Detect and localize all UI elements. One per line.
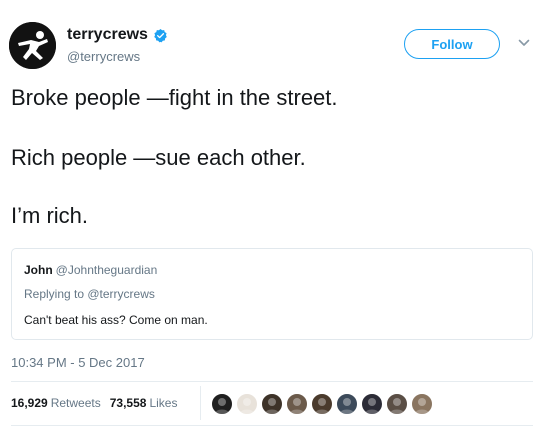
author-avatar[interactable] (9, 22, 56, 69)
stats-separator (200, 386, 201, 420)
retweets-stat[interactable]: 16,929 Retweets (11, 396, 101, 411)
divider (11, 381, 533, 382)
liker-avatar[interactable] (411, 393, 433, 415)
quoted-tweet-author-handle: @Johntheguardian (55, 263, 158, 277)
author-handle[interactable]: @terrycrews (67, 49, 140, 65)
liker-avatar[interactable] (286, 393, 308, 415)
liker-avatar[interactable] (211, 393, 233, 415)
follow-button[interactable]: Follow (404, 29, 500, 59)
quoted-tweet-text: Can't beat his ass? Come on man. (24, 313, 208, 327)
author-display-name[interactable]: terrycrews (67, 26, 148, 44)
retweets-count: 16,929 (11, 396, 48, 410)
author-name-row[interactable]: terrycrews (67, 26, 168, 44)
tweet-card: terrycrews @terrycrews Follow Broke peop… (0, 0, 540, 436)
tweet-timestamp[interactable]: 10:34 PM - 5 Dec 2017 (11, 355, 145, 371)
liker-avatar[interactable] (336, 393, 358, 415)
retweets-label: Retweets (50, 396, 101, 410)
liker-avatar[interactable] (261, 393, 283, 415)
tweet-text-line: I’m rich. (11, 203, 88, 228)
divider (11, 425, 533, 426)
tweet-text-line: Rich people —sue each other. (11, 145, 306, 170)
verified-badge-icon (154, 28, 167, 42)
quoted-tweet-reply-context: Replying to @terrycrews (24, 287, 155, 301)
quoted-tweet-header: John @Johntheguardian (24, 263, 157, 278)
tweet-text-line: Broke people —fight in the street. (11, 85, 338, 110)
tweet-stats: 16,929 Retweets 73,558 Likes (11, 396, 177, 411)
likes-count: 73,558 (109, 396, 147, 410)
liker-avatar[interactable] (236, 393, 258, 415)
quoted-tweet[interactable]: John @Johntheguardian Replying to @terryc… (11, 248, 533, 340)
likes-stat[interactable]: 73,558 Likes (110, 396, 178, 411)
chevron-down-icon[interactable] (518, 38, 530, 48)
likes-label: Likes (149, 396, 178, 410)
liker-avatar[interactable] (311, 393, 333, 415)
liker-avatar[interactable] (386, 393, 408, 415)
liker-avatar[interactable] (361, 393, 383, 415)
running-figure-avatar-icon (9, 22, 56, 69)
quoted-tweet-author-name: John (24, 263, 53, 277)
